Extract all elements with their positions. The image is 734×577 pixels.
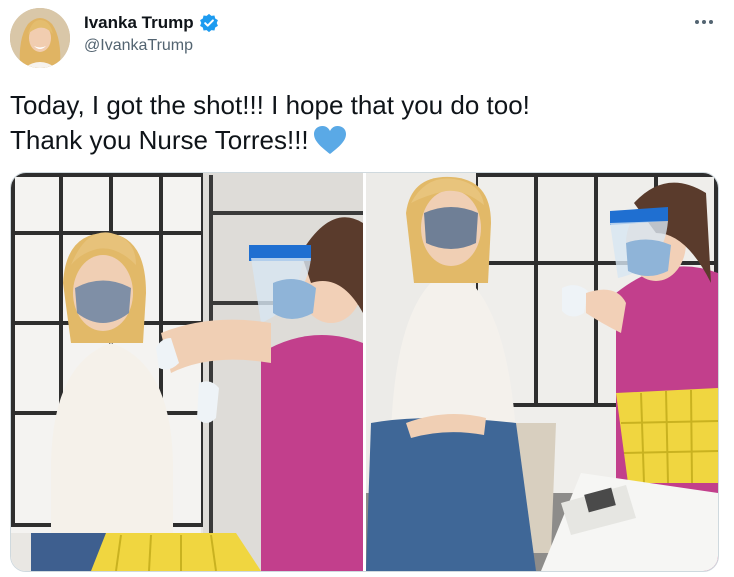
more-options-icon (694, 12, 714, 30)
more-options-button[interactable] (692, 12, 716, 30)
vaccination-photo-1[interactable] (11, 173, 363, 571)
blue-heart-icon (313, 125, 347, 164)
author-display-name[interactable]: Ivanka Trump (84, 13, 194, 33)
tweet-text-container: Today, I got the shot!!! I hope that you… (10, 88, 710, 164)
tweet-text: Today, I got the shot!!! I hope that you… (10, 90, 530, 155)
author-handle[interactable]: @IvankaTrump (84, 37, 193, 55)
author-name-row: Ivanka Trump (84, 12, 219, 34)
vaccination-photo-2[interactable] (366, 173, 718, 571)
verified-badge-icon (199, 13, 219, 33)
avatar[interactable] (10, 8, 70, 68)
media-grid (10, 172, 719, 572)
